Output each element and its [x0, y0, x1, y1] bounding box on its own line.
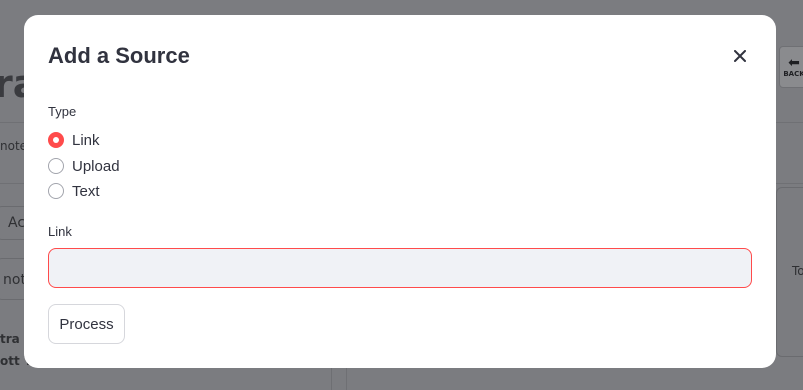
radio-label: Text: [72, 182, 100, 200]
radio-option-link[interactable]: Link: [48, 129, 100, 151]
radio-option-text[interactable]: Text: [48, 180, 100, 202]
process-button[interactable]: Process: [48, 304, 125, 344]
radio-button-checked[interactable]: [48, 132, 64, 148]
background-item-text: not: [3, 272, 26, 288]
background-notes-text: note: [0, 139, 28, 153]
close-button[interactable]: [730, 46, 750, 66]
back-arrow-icon: ⬅: [788, 55, 800, 71]
link-label: Link: [48, 224, 72, 239]
background-divider: [346, 365, 347, 390]
radio-label: Link: [72, 131, 100, 149]
close-icon: [734, 50, 746, 62]
background-tab-text: Ac: [8, 215, 26, 231]
back-button: ⬅ BACK: [779, 46, 803, 88]
radio-button[interactable]: [48, 183, 64, 199]
add-source-dialog: Add a Source Type Link Upload Text Link …: [24, 15, 776, 368]
background-right-text: To: [792, 264, 803, 278]
type-label: Type: [48, 104, 77, 119]
dialog-title: Add a Source: [48, 43, 190, 68]
radio-button[interactable]: [48, 158, 64, 174]
radio-label: Upload: [72, 157, 120, 175]
link-input[interactable]: [48, 248, 752, 288]
radio-option-upload[interactable]: Upload: [48, 155, 120, 177]
